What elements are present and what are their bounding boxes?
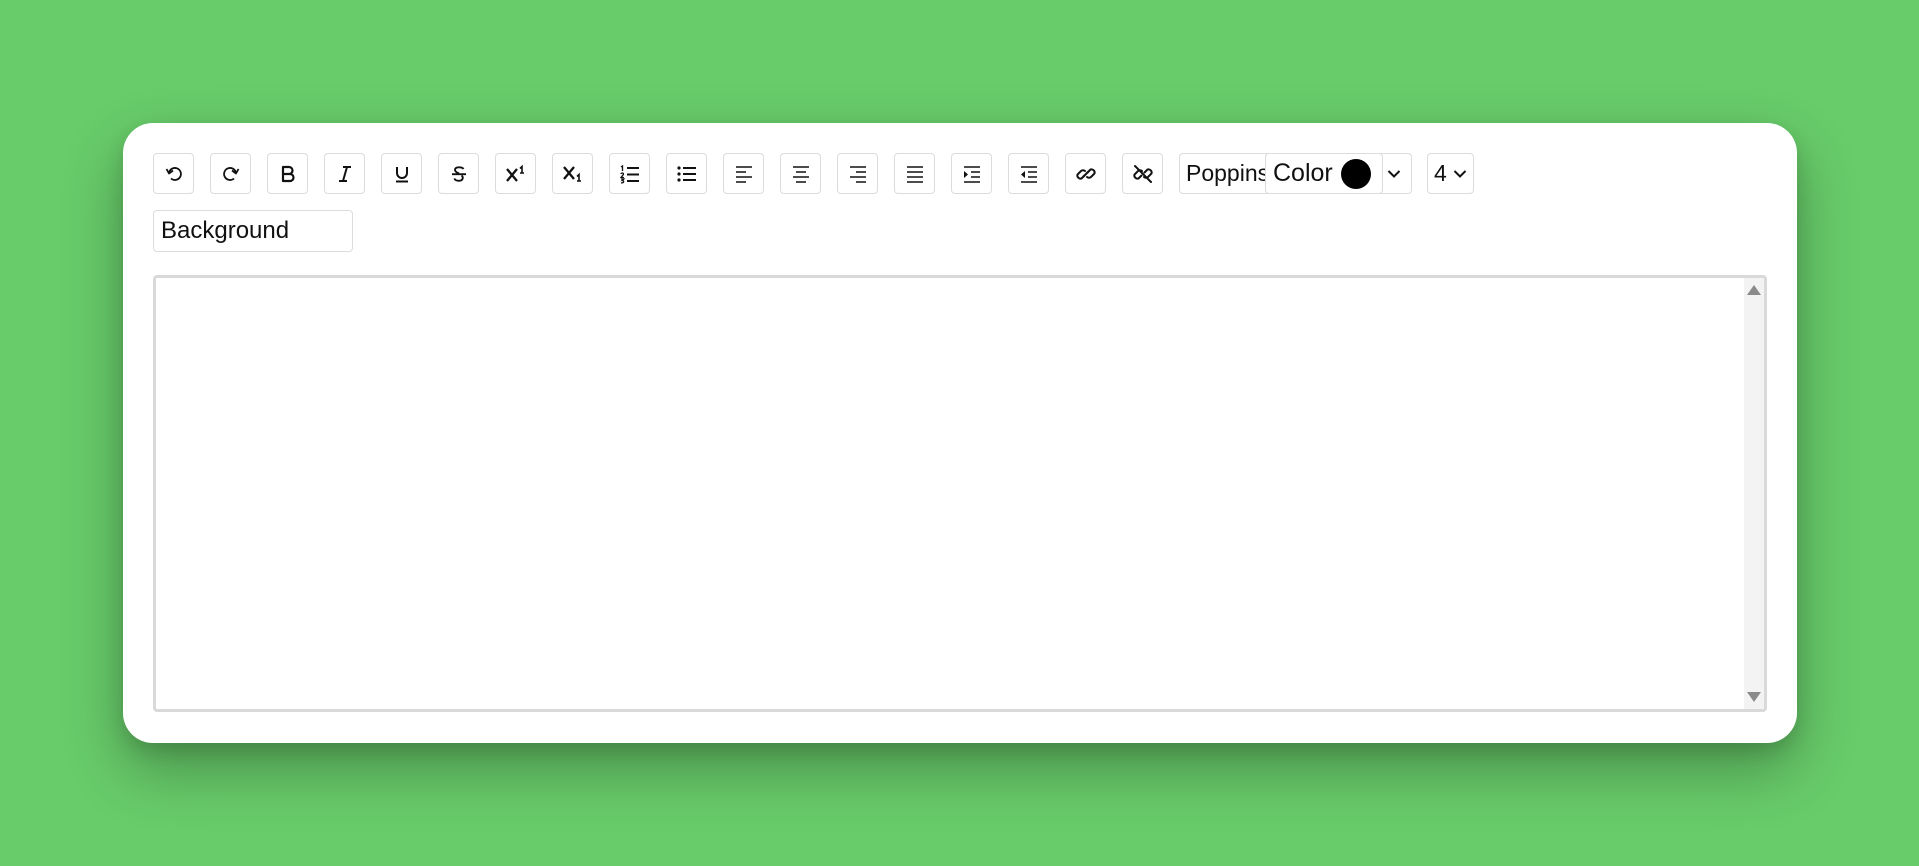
align-right-icon [849, 165, 866, 183]
unlink-icon [1132, 164, 1153, 183]
italic-icon [338, 165, 351, 182]
text-color-picker[interactable]: Color [1265, 153, 1383, 194]
align-left-button[interactable] [723, 153, 764, 194]
chevron-down-icon [1453, 169, 1467, 178]
align-right-button[interactable] [837, 153, 878, 194]
editor-text-area[interactable] [153, 275, 1767, 712]
ordered-list-button[interactable] [609, 153, 650, 194]
unordered-list-icon [676, 165, 696, 182]
strikethrough-button[interactable] [438, 153, 479, 194]
editor-content[interactable] [166, 286, 1734, 701]
chevron-down-icon [1387, 169, 1401, 178]
background-color-picker[interactable]: Background [153, 210, 353, 252]
subscript-icon [562, 165, 581, 182]
align-justify-button[interactable] [894, 153, 935, 194]
superscript-icon [505, 164, 524, 182]
unordered-list-button[interactable] [666, 153, 707, 194]
align-justify-icon [906, 165, 923, 183]
background-label: Background [161, 217, 290, 244]
italic-button[interactable] [324, 153, 365, 194]
undo-button[interactable] [153, 153, 194, 194]
bold-icon [281, 165, 295, 182]
color-swatch[interactable] [1340, 158, 1371, 189]
bold-button[interactable] [267, 153, 308, 194]
unlink-button[interactable] [1122, 153, 1163, 194]
underline-icon [395, 166, 408, 182]
vertical-scrollbar[interactable] [1744, 278, 1764, 709]
subscript-button[interactable] [552, 153, 593, 194]
align-center-icon [792, 165, 809, 183]
font-size-select[interactable]: 4 [1427, 153, 1474, 194]
superscript-button[interactable] [495, 153, 536, 194]
indent-icon [963, 165, 980, 183]
color-label: Color [1273, 159, 1333, 187]
underline-button[interactable] [381, 153, 422, 194]
link-icon [1075, 167, 1096, 180]
redo-icon [222, 166, 239, 181]
outdent-icon [1020, 165, 1037, 183]
editor-card: Poppins 4 Color Background [123, 123, 1797, 743]
outdent-button[interactable] [1008, 153, 1049, 194]
ordered-list-icon [619, 164, 639, 183]
indent-button[interactable] [951, 153, 992, 194]
strikethrough-icon [451, 165, 466, 182]
align-left-icon [735, 165, 752, 183]
undo-icon [165, 166, 182, 181]
font-size-value: 4 [1434, 160, 1447, 186]
scroll-up-arrow-icon[interactable] [1747, 285, 1761, 295]
align-center-button[interactable] [780, 153, 821, 194]
scroll-down-arrow-icon[interactable] [1747, 692, 1761, 702]
redo-button[interactable] [210, 153, 251, 194]
link-button[interactable] [1065, 153, 1106, 194]
